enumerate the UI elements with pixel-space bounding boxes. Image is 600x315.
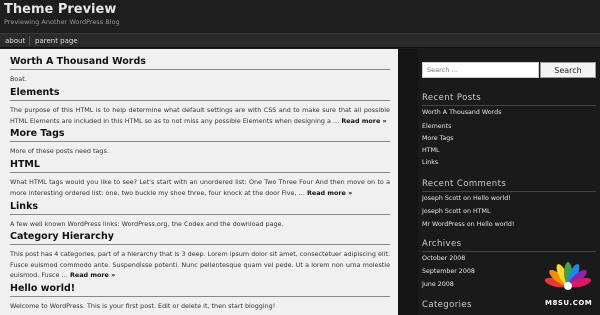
archive-link[interactable]: June 2008	[422, 281, 454, 288]
post-title[interactable]: Hello world!	[10, 283, 390, 297]
widget-divider	[422, 191, 596, 192]
nav-item-parent-page[interactable]: parent page	[35, 37, 78, 45]
main-nav: about parent page	[0, 33, 600, 48]
post-title[interactable]: Category Hierarchy	[10, 231, 390, 245]
post-title[interactable]: Links	[10, 201, 390, 215]
post: More Tags More of these posts need tags.	[10, 128, 390, 157]
widget-title-archives: Archives	[422, 239, 462, 249]
site-header: Theme Preview Previewing Another WordPre…	[0, 0, 600, 32]
site-title[interactable]: Theme Preview	[4, 2, 116, 17]
widget-divider	[422, 105, 596, 106]
recent-post-link[interactable]: Links	[422, 159, 438, 166]
post: Links A few well known WordPress links: …	[10, 201, 390, 230]
nav-separator	[29, 36, 30, 46]
recent-post-link[interactable]: Worth A Thousand Words	[422, 109, 501, 116]
post: Elements The purpose of this HTML is to …	[10, 87, 390, 126]
recent-post-link[interactable]: More Tags	[422, 135, 454, 142]
search-input[interactable]	[422, 62, 539, 78]
widget-title-categories: Categories	[422, 300, 472, 310]
nav-item-about[interactable]: about	[5, 37, 25, 45]
post-excerpt: Welcome to WordPress. This is your first…	[10, 302, 276, 310]
watermark-text: M8SU.COM	[545, 299, 593, 307]
post-title[interactable]: Elements	[10, 87, 390, 101]
widget-divider	[422, 251, 596, 252]
read-more-link[interactable]: Read more »	[70, 271, 115, 279]
post: Category Hierarchy This post has 4 categ…	[10, 231, 390, 281]
recent-comment-link[interactable]: Joseph Scott on Hello world!	[422, 195, 511, 202]
widget-title-recent-posts: Recent Posts	[422, 93, 482, 103]
read-more-link[interactable]: Read more »	[307, 189, 352, 197]
post-excerpt: What HTML tags would you like to see? Le…	[10, 178, 390, 197]
site-description: Previewing Another WordPress Blog	[4, 18, 120, 26]
read-more-link[interactable]: Read more »	[341, 117, 386, 125]
post: Worth A Thousand Words Boat.	[10, 56, 390, 85]
archive-link[interactable]: October 2008	[422, 255, 465, 262]
recent-comment-link[interactable]: Joseph Scott on HTML	[422, 208, 490, 215]
post-title[interactable]: Worth A Thousand Words	[10, 56, 390, 70]
post-excerpt: More of these posts need tags.	[10, 147, 109, 155]
search-button[interactable]: Search	[540, 62, 596, 78]
post-title[interactable]: More Tags	[10, 128, 390, 142]
post-excerpt: This post has 4 categories, part of a hi…	[10, 250, 390, 279]
recent-comment-link[interactable]: Mr WordPress on Hello world!	[422, 221, 514, 228]
post: Hello world! Welcome to WordPress. This …	[10, 283, 390, 312]
post-excerpt: Boat.	[10, 75, 27, 83]
widget-title-recent-comments: Recent Comments	[422, 179, 507, 189]
column-divider	[398, 49, 418, 315]
post-excerpt: A few well known WordPress links: WordPr…	[10, 220, 284, 228]
content-area: Worth A Thousand Words Boat. Elements Th…	[0, 49, 398, 315]
post: HTML What HTML tags would you like to se…	[10, 159, 390, 198]
archive-link[interactable]: September 2008	[422, 268, 475, 275]
recent-post-link[interactable]: HTML	[422, 147, 440, 154]
recent-post-link[interactable]: Elements	[422, 123, 451, 130]
post-title[interactable]: HTML	[10, 159, 390, 173]
post-excerpt: The purpose of this HTML is to help dete…	[10, 106, 390, 125]
